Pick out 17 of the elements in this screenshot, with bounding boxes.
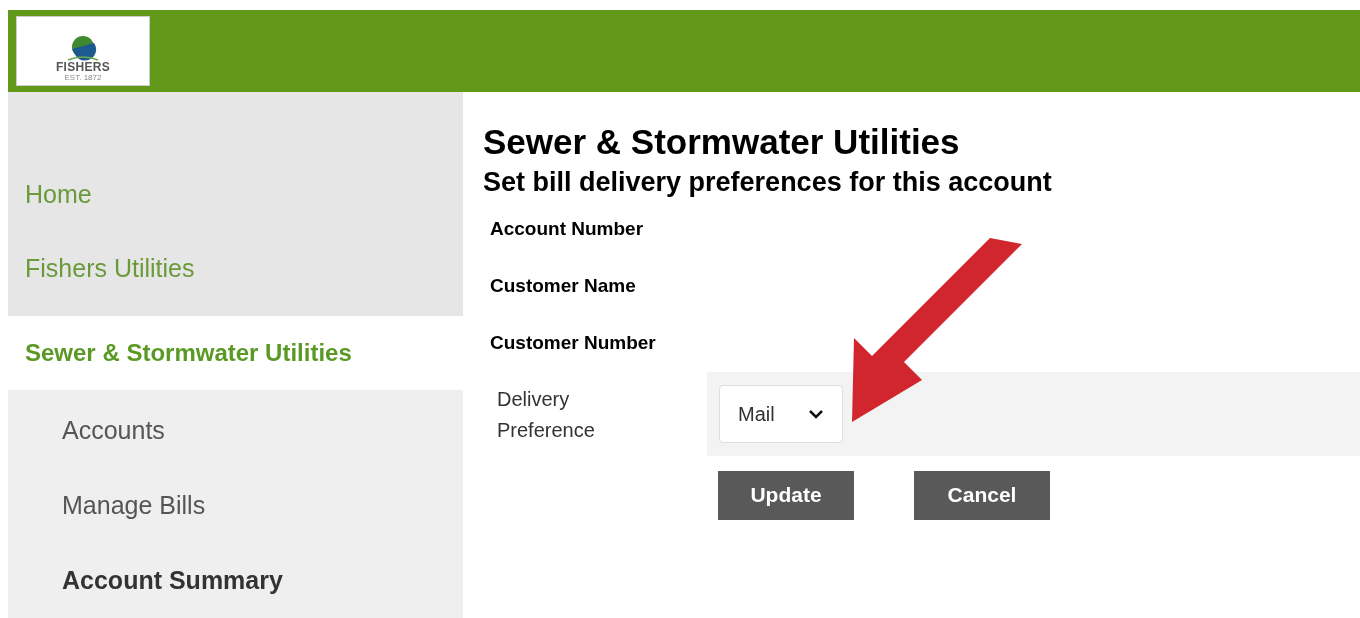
field-label: Account Number	[490, 216, 645, 241]
nav-sub-link[interactable]: Account Summary	[62, 561, 283, 600]
page-title: Sewer & Stormwater Utilities	[483, 121, 961, 163]
logo[interactable]: FISHERS EST. 1872	[16, 16, 150, 86]
delivery-select[interactable]: Mail	[719, 384, 843, 443]
nav-sub-link[interactable]: Accounts	[62, 411, 165, 450]
field-label: Customer Number	[490, 330, 657, 355]
action-button[interactable]: Cancel	[914, 470, 1050, 520]
nav-sub-link[interactable]: Manage Bills	[62, 486, 206, 525]
field-label: Delivery Preference	[497, 386, 596, 443]
logo-name: FISHERS	[55, 61, 111, 73]
action-button[interactable]: Update	[718, 470, 854, 520]
globe-icon	[66, 35, 100, 61]
chevron-down-icon	[808, 408, 824, 419]
page-subtitle: Set bill delivery preferences for this account	[483, 165, 1053, 199]
logo-tagline: EST. 1872	[64, 74, 102, 82]
field-label: Customer Name	[490, 273, 637, 298]
